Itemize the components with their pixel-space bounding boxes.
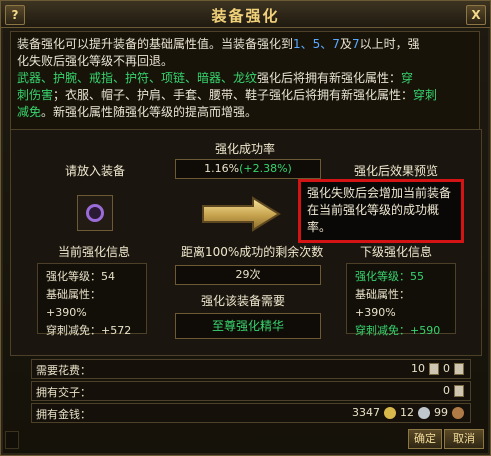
next-stat-row: 基础属性：+390%	[355, 288, 410, 319]
success-rate-display: 1.16%(+2.38%)	[175, 159, 321, 179]
token-label: 拥有交子：	[36, 386, 91, 399]
copper-value: 99	[434, 406, 448, 419]
silver-value: 12	[400, 406, 414, 419]
current-info-label: 当前强化信息	[58, 245, 131, 259]
scroll-icon	[429, 362, 439, 375]
next-info-label: 下级强化信息	[360, 245, 433, 259]
arrow-right-icon	[201, 194, 281, 234]
next-stat-row: 强化等级：55	[355, 270, 424, 283]
money-label: 拥有金钱：	[36, 408, 91, 421]
current-stat-row: 基础属性：+390%	[46, 288, 101, 319]
remaining-label: 距离100%成功的剩余次数	[181, 245, 324, 259]
need-label: 强化该装备需要	[201, 294, 286, 308]
title-bar: ? 装备强化 X	[1, 1, 490, 28]
remaining-count: 29次	[175, 265, 321, 285]
tooltip: 强化失败后会增加当前装备在当前强化等级的成功概率。	[298, 179, 464, 243]
resize-grip[interactable]	[5, 431, 19, 449]
current-stat-row: 强化等级：54	[46, 270, 115, 283]
cost-value: 10	[411, 362, 425, 375]
preview-label: 强化后效果预览	[354, 164, 439, 178]
cost-label: 需要花费：	[36, 364, 91, 377]
equipment-slot[interactable]	[77, 195, 113, 231]
cancel-button[interactable]: 取消	[444, 429, 484, 449]
silver-coin-icon	[418, 406, 430, 419]
token-icon	[454, 384, 464, 397]
success-rate-label: 强化成功率	[215, 142, 276, 156]
confirm-button[interactable]: 确定	[408, 429, 442, 449]
required-item: 至尊强化精华	[175, 313, 321, 339]
current-stat-row: 穿刺减免：+572	[46, 324, 132, 337]
token-row: 拥有交子： 0	[31, 381, 471, 401]
next-stat-row: 穿刺减免：+590	[355, 324, 441, 337]
cost-value-2: 0	[443, 362, 450, 375]
current-stats: 强化等级：54 基础属性：+390% 穿刺减免：+572	[37, 263, 147, 337]
enhance-window: ? 装备强化 X 装备强化可以提升装备的基础属性值。当装备强化到1、5、7及7以…	[0, 0, 491, 456]
bracelet-icon	[86, 204, 104, 222]
gold-coin-icon	[384, 406, 396, 419]
scroll-icon	[454, 362, 464, 375]
place-equipment-label: 请放入装备	[65, 164, 126, 178]
close-button[interactable]: X	[466, 5, 486, 25]
money-row: 拥有金钱： 3347 12 99	[31, 403, 471, 423]
next-stats: 强化等级：55 基础属性：+390% 穿刺减免：+590	[346, 263, 456, 337]
copper-coin-icon	[452, 406, 464, 419]
cost-row: 需要花费： 10 0	[31, 359, 471, 379]
token-value: 0	[443, 384, 450, 397]
gold-value: 3347	[352, 406, 380, 419]
window-title: 装备强化	[211, 7, 280, 25]
